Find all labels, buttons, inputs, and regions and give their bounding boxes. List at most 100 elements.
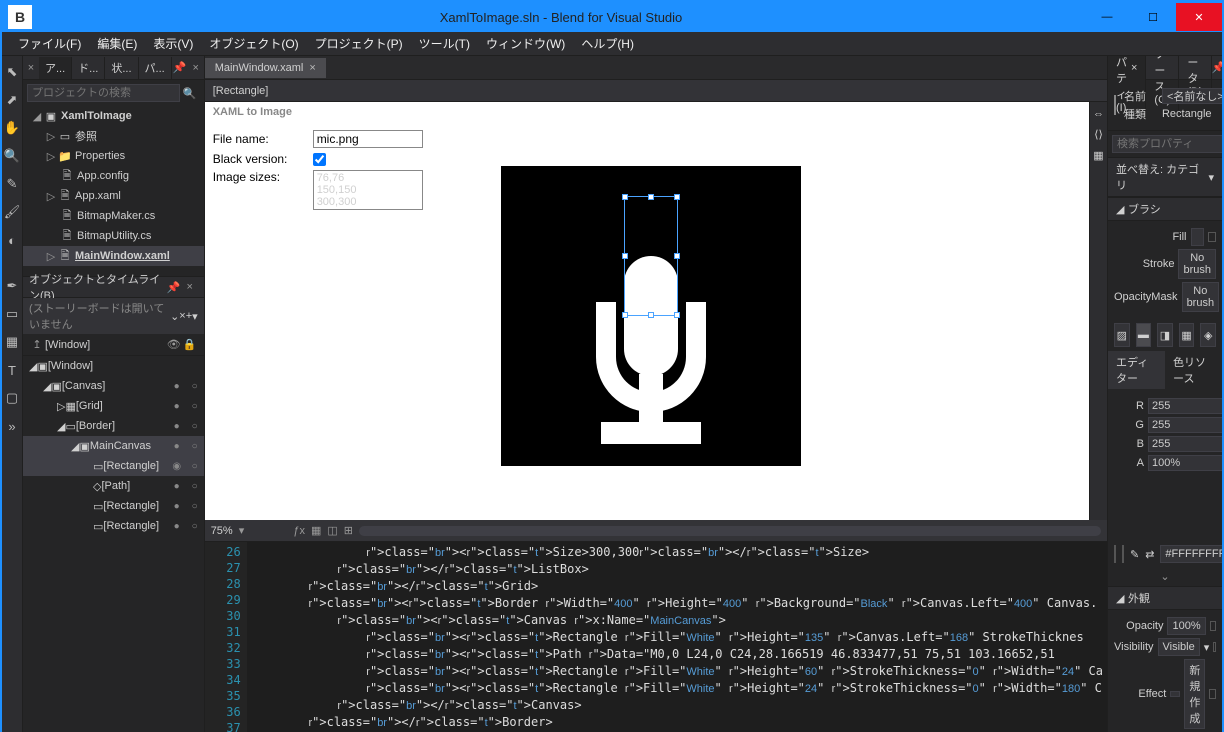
- fill-swatch[interactable]: [1191, 228, 1204, 246]
- tab-parts[interactable]: パ...: [139, 57, 172, 79]
- menu-object[interactable]: オブジェクト(O): [201, 32, 306, 55]
- gradient-brush-tab[interactable]: ◨: [1157, 323, 1173, 347]
- pan-tool[interactable]: ✋: [2, 118, 22, 138]
- close-icon[interactable]: ×: [182, 281, 198, 293]
- split2-icon[interactable]: ⊞: [344, 524, 353, 537]
- timeline-root[interactable]: [Window]: [45, 339, 166, 351]
- menu-view[interactable]: 表示(V): [145, 32, 201, 55]
- tile-brush-tab[interactable]: ▦: [1179, 323, 1195, 347]
- tab-states[interactable]: 状...: [105, 57, 138, 79]
- tab-assets[interactable]: ア...: [39, 57, 72, 79]
- expand-brush-icon[interactable]: ⌄: [1108, 567, 1222, 586]
- minimize-button[interactable]: —: [1084, 3, 1130, 31]
- menu-help[interactable]: ヘルプ(H): [573, 32, 642, 55]
- close-icon[interactable]: ×: [1131, 62, 1137, 74]
- no-brush-tab[interactable]: ▨: [1114, 323, 1130, 347]
- property-search-input[interactable]: [1112, 135, 1222, 153]
- tree-item-active[interactable]: MainWindow.xaml: [73, 250, 170, 262]
- button-tool[interactable]: ▢: [2, 388, 22, 408]
- a-input[interactable]: [1148, 455, 1222, 471]
- prev-swatch[interactable]: [1122, 545, 1124, 563]
- eyedropper-tool[interactable]: ✎: [2, 174, 22, 194]
- eyedropper-icon[interactable]: ✎: [1130, 548, 1139, 561]
- pen-tool[interactable]: ✒: [2, 276, 22, 296]
- menu-edit[interactable]: 編集(E): [89, 32, 145, 55]
- breadcrumb[interactable]: [Rectangle]: [205, 80, 1107, 102]
- project-search-input[interactable]: [27, 84, 180, 102]
- menu-project[interactable]: プロジェクト(P): [307, 32, 411, 55]
- designer-canvas[interactable]: XAML to Image File name: Black version: …: [205, 102, 1089, 520]
- pointer-tool[interactable]: ⬉: [2, 62, 22, 82]
- prop-marker[interactable]: [1208, 232, 1216, 242]
- code-icon[interactable]: ⟨⟩: [1094, 128, 1103, 141]
- left-panel-tabs: × ア... ド... 状... パ... 📌 ×: [23, 56, 204, 80]
- direct-select-tool[interactable]: ⬈: [2, 90, 22, 110]
- sizes-listbox[interactable]: 76,76150,150300,300: [313, 170, 423, 210]
- pin-icon[interactable]: 📌: [1212, 61, 1222, 74]
- menu-tools[interactable]: ツール(T): [411, 32, 478, 55]
- resource-brush-tab[interactable]: ◈: [1200, 323, 1216, 347]
- swap-icon[interactable]: ⇄: [1145, 548, 1154, 561]
- pin-icon[interactable]: 📌: [172, 61, 188, 74]
- opacity-input[interactable]: 100%: [1167, 617, 1205, 635]
- code-editor[interactable]: 26 27 28 29 30 31 32 33 34 35 36 37 r">c…: [205, 542, 1107, 732]
- rectangle-tool[interactable]: ▭: [2, 304, 22, 324]
- editor-tab[interactable]: エディター: [1108, 351, 1165, 389]
- solid-brush-tab[interactable]: ▬: [1136, 323, 1152, 347]
- opacitymask-value[interactable]: No brush: [1182, 282, 1220, 312]
- fx-icon[interactable]: ƒx: [293, 525, 305, 537]
- menu-file[interactable]: ファイル(F): [10, 32, 89, 55]
- hex-input[interactable]: #FFFFFFFF: [1160, 545, 1222, 563]
- effect-new-button[interactable]: 新規作成: [1184, 659, 1205, 729]
- g-input[interactable]: [1148, 417, 1222, 433]
- expand-icon[interactable]: ⇔: [1093, 108, 1104, 120]
- grid-icon[interactable]: ▦: [311, 524, 321, 537]
- up-icon[interactable]: ↥: [29, 338, 45, 351]
- search-icon[interactable]: 🔍: [180, 87, 200, 100]
- color-resource-tab[interactable]: 色リソース: [1165, 351, 1222, 389]
- dropdown-icon[interactable]: ⌄: [170, 310, 179, 323]
- section-brush[interactable]: ブラシ: [1128, 201, 1161, 217]
- brush-tool[interactable]: 🖌: [2, 202, 22, 222]
- current-swatch[interactable]: [1114, 545, 1116, 563]
- filename-input[interactable]: [313, 130, 423, 148]
- tab-doc[interactable]: ド...: [72, 57, 105, 79]
- code-content[interactable]: r">class="br"><r">class="t">Size>300,300…: [247, 542, 1107, 732]
- more-tool[interactable]: »: [2, 416, 22, 436]
- zoom-level[interactable]: 75%: [211, 525, 233, 537]
- tree-item[interactable]: Properties: [73, 150, 125, 162]
- stroke-value[interactable]: No brush: [1178, 249, 1216, 279]
- close-panel-icon[interactable]: ×: [188, 62, 204, 74]
- visibility-select[interactable]: Visible: [1158, 638, 1200, 656]
- eye-icon[interactable]: 👁: [166, 338, 182, 351]
- gradient-tool[interactable]: ◐: [2, 230, 22, 250]
- maximize-button[interactable]: ☐: [1130, 3, 1176, 31]
- tree-item[interactable]: BitmapUtility.cs: [75, 230, 151, 242]
- r-input[interactable]: [1148, 398, 1222, 414]
- b-input[interactable]: [1148, 436, 1222, 452]
- tree-item[interactable]: App.xaml: [73, 190, 121, 202]
- lock-icon[interactable]: 🔒: [182, 338, 198, 351]
- grid-icon[interactable]: ▦: [1093, 149, 1103, 162]
- section-appearance[interactable]: 外観: [1128, 590, 1150, 606]
- doc-tab[interactable]: MainWindow.xaml×: [205, 58, 326, 78]
- tree-item[interactable]: 参照: [73, 128, 97, 144]
- text-tool[interactable]: T: [2, 360, 22, 380]
- solution-tree[interactable]: ◢▣XamlToImage ▷▭参照 ▷📁Properties 🗎App.con…: [23, 106, 204, 276]
- zoom-tool[interactable]: 🔍: [2, 146, 22, 166]
- tree-item[interactable]: App.config: [75, 170, 129, 182]
- name-input[interactable]: [1162, 88, 1222, 104]
- solution-name[interactable]: XamlToImage: [59, 110, 132, 122]
- close-button[interactable]: ✕: [1176, 3, 1222, 31]
- black-checkbox[interactable]: [313, 153, 326, 166]
- split-icon[interactable]: ◫: [327, 524, 337, 537]
- object-tree[interactable]: ◢▣[Window] ◢▣[Canvas]●○ ▷▦[Grid]●○ ◢▭[Bo…: [23, 356, 204, 732]
- pin-icon[interactable]: 📌: [166, 281, 182, 294]
- menu-icon[interactable]: ▾: [192, 310, 198, 323]
- grid-tool[interactable]: ▦: [2, 332, 22, 352]
- menu-window[interactable]: ウィンドウ(W): [478, 32, 573, 55]
- tab-close-icon[interactable]: ×: [23, 62, 39, 74]
- tree-item[interactable]: BitmapMaker.cs: [75, 210, 155, 222]
- selection-handles[interactable]: [624, 196, 678, 316]
- close-tab-icon[interactable]: ×: [309, 62, 315, 74]
